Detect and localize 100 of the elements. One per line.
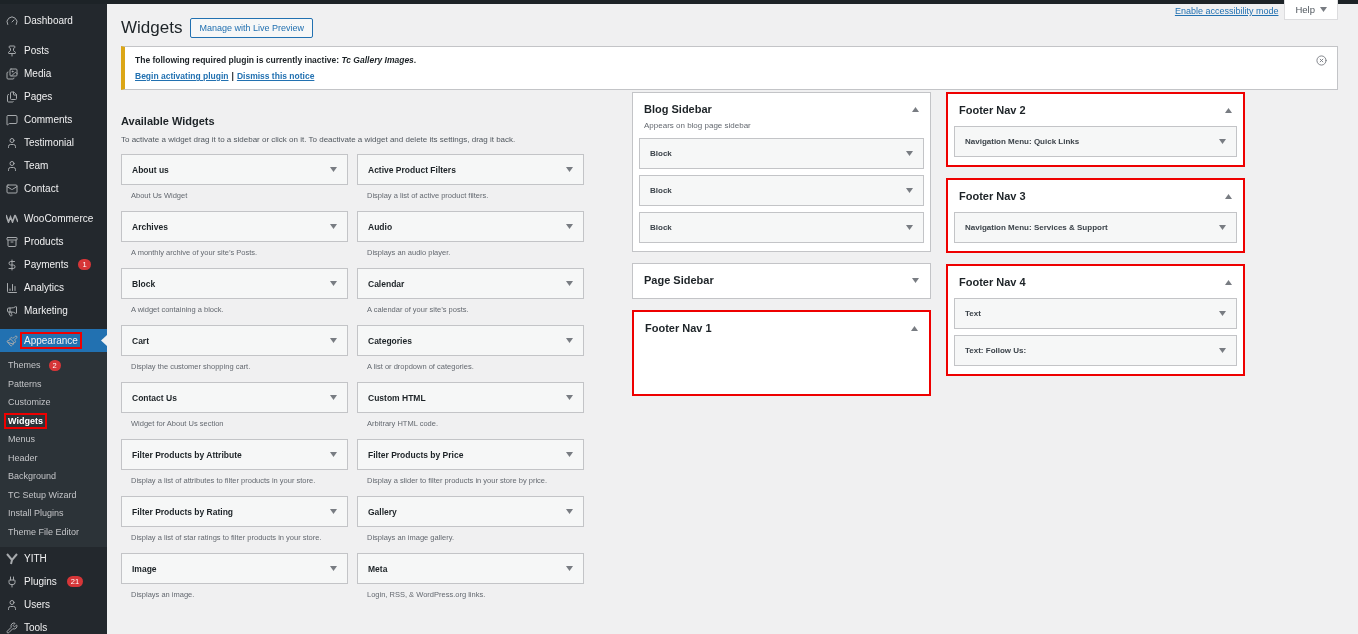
bar-chart-icon <box>6 281 18 294</box>
caret-icon <box>1225 193 1232 199</box>
caret-icon <box>1225 279 1232 285</box>
sidebar-description: Appears on blog page sidebar <box>644 121 752 130</box>
submenu-item[interactable]: Widgets <box>0 411 107 430</box>
caret-icon <box>330 395 337 400</box>
widget-title: Meta <box>368 563 388 574</box>
menu-item[interactable]: WooCommerce <box>0 207 107 230</box>
menu-item[interactable]: Users <box>0 593 107 616</box>
person-icon <box>6 136 18 149</box>
menu-item[interactable]: Posts <box>0 39 107 62</box>
megaphone-icon <box>6 304 18 317</box>
pin-icon <box>6 44 18 57</box>
widget-header[interactable]: Block <box>121 268 348 299</box>
widget-header[interactable]: Block <box>639 175 924 206</box>
caret-icon <box>906 151 913 156</box>
caret-icon <box>330 566 337 571</box>
widget-header[interactable]: Custom HTML <box>357 382 584 413</box>
widget-header[interactable]: Navigation Menu: Services & Support <box>954 212 1237 243</box>
menu-item[interactable]: Contact <box>0 177 107 200</box>
sidebar-title[interactable]: Footer Nav 2 <box>959 104 1026 116</box>
widget-header[interactable]: Filter Products by Rating <box>121 496 348 527</box>
accessibility-link[interactable]: Enable accessibility mode <box>1174 6 1279 16</box>
dashboard-icon <box>6 14 18 27</box>
menu-item[interactable]: YITH <box>0 547 107 570</box>
widget-header[interactable]: Image <box>121 553 348 584</box>
y-logo-icon <box>6 552 18 565</box>
widget-header[interactable]: Gallery <box>357 496 584 527</box>
section-description: To activate a widget drag it to a sidebar or click on it. To deactivate a widget and delete its settings, drag it back. <box>121 135 517 144</box>
envelope-icon <box>6 182 18 195</box>
sidebar-title[interactable]: Footer Nav 4 <box>959 276 1026 288</box>
caret-icon <box>330 338 337 343</box>
wrench-icon <box>6 621 18 634</box>
widget-title: Active Product Filters <box>368 164 456 175</box>
sidebar-title[interactable]: Footer Nav 3 <box>959 190 1026 202</box>
menu-item[interactable]: Analytics <box>0 276 107 299</box>
images-icon <box>6 67 18 80</box>
widget-header[interactable]: Archives <box>121 211 348 242</box>
widget-header[interactable]: Calendar <box>357 268 584 299</box>
submenu-item[interactable]: TC Setup Wizard <box>0 485 107 504</box>
widget-header[interactable]: Cart <box>121 325 348 356</box>
widget-header[interactable]: Filter Products by Price <box>357 439 584 470</box>
widget-header[interactable]: Navigation Menu: Quick Links <box>954 126 1237 157</box>
live-preview-button[interactable]: Manage with Live Preview <box>190 18 313 38</box>
widget-header[interactable]: Block <box>639 138 924 169</box>
widget-title: Contact Us <box>132 392 177 403</box>
submenu-item[interactable]: Patterns <box>0 374 107 393</box>
widget-header[interactable]: Contact Us <box>121 382 348 413</box>
menu-item[interactable]: Testimonial <box>0 131 107 154</box>
widget-header[interactable]: Filter Products by Attribute <box>121 439 348 470</box>
submenu-item[interactable]: Install Plugins <box>0 504 107 523</box>
caret-icon <box>1320 7 1327 12</box>
menu-item[interactable]: Marketing <box>0 299 107 322</box>
widget-header[interactable]: Audio <box>357 211 584 242</box>
menu-item[interactable]: Products <box>0 230 107 253</box>
widget-title: Navigation Menu: Services & Support <box>965 223 1108 232</box>
menu-item[interactable]: Tools <box>0 616 107 634</box>
caret-icon <box>906 188 913 193</box>
widget-title: Filter Products by Price <box>368 449 464 460</box>
widget-title: Categories <box>368 335 412 346</box>
caret-icon <box>912 106 919 112</box>
submenu-item[interactable]: Background <box>0 467 107 486</box>
help-button[interactable]: Help <box>1284 0 1338 20</box>
widget-title: Calendar <box>368 278 405 289</box>
caret-icon <box>566 452 573 457</box>
widget-header[interactable]: Text <box>954 298 1237 329</box>
widget-header[interactable]: Categories <box>357 325 584 356</box>
menu-item[interactable]: Appearance <box>0 329 107 352</box>
caret-icon <box>906 225 913 230</box>
widget-header[interactable]: Text: Follow Us: <box>954 335 1237 366</box>
submenu-item[interactable]: Menus <box>0 430 107 449</box>
caret-icon <box>566 167 573 172</box>
section-title: Available Widgets <box>121 115 216 127</box>
caret-icon <box>1219 225 1226 230</box>
menu-item[interactable]: Media <box>0 62 107 85</box>
submenu-item[interactable]: Header <box>0 448 107 467</box>
caret-icon <box>566 566 573 571</box>
sidebar-title[interactable]: Footer Nav 1 <box>645 322 712 334</box>
notice-link[interactable]: Dismiss this notice <box>236 71 315 81</box>
menu-item[interactable]: Dashboard <box>0 9 107 32</box>
widget-header[interactable]: Meta <box>357 553 584 584</box>
widget-header[interactable]: About us <box>121 154 348 185</box>
submenu-item[interactable]: Theme File Editor <box>0 522 107 541</box>
sidebar-title[interactable]: Page Sidebar <box>644 274 714 286</box>
caret-icon <box>911 325 918 331</box>
menu-item[interactable]: Comments <box>0 108 107 131</box>
notice-link[interactable]: Begin activating plugin <box>135 71 229 81</box>
sidebar-title[interactable]: Blog Sidebar <box>644 103 712 115</box>
menu-item[interactable]: Team <box>0 154 107 177</box>
dollar-icon <box>6 258 18 271</box>
speech-bubble-icon <box>6 113 18 126</box>
close-icon[interactable] <box>1316 55 1327 66</box>
submenu-item[interactable]: Customize <box>0 393 107 412</box>
menu-item[interactable]: Pages <box>0 85 107 108</box>
caret-icon <box>1219 311 1226 316</box>
w-logo-icon <box>6 214 18 223</box>
caret-icon <box>1225 107 1232 113</box>
widget-header[interactable]: Block <box>639 212 924 243</box>
widget-header[interactable]: Active Product Filters <box>357 154 584 185</box>
person-icon <box>6 159 18 172</box>
